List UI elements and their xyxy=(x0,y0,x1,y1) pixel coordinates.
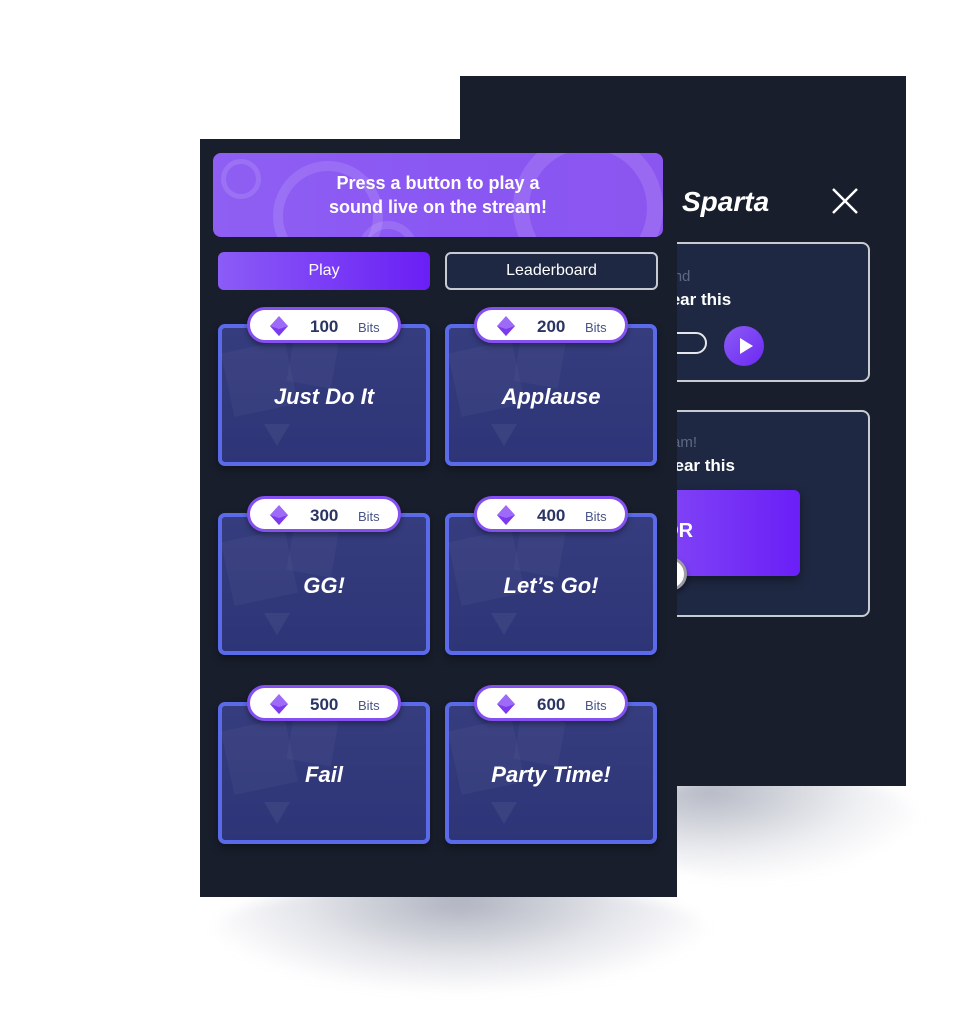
price-value: 300 xyxy=(310,506,339,525)
play-icon xyxy=(739,338,753,354)
sound-button[interactable]: Let’s Go! xyxy=(445,513,657,655)
sound-name: Let’s Go! xyxy=(503,573,599,598)
price-pill: 300 Bits xyxy=(247,496,401,532)
price-value: 100 xyxy=(310,317,339,336)
decorative-shape xyxy=(264,613,290,635)
price-unit: Bits xyxy=(585,509,607,524)
hero-text: Press a button to play a sound live on t… xyxy=(213,171,663,219)
bits-gem-icon xyxy=(270,694,288,714)
preview-play-button[interactable] xyxy=(724,326,764,366)
decorative-shape xyxy=(491,802,517,824)
bits-gem-icon xyxy=(497,694,515,714)
decorative-shape xyxy=(491,424,517,446)
price-unit: Bits xyxy=(358,509,380,524)
hero-line: sound live on the stream! xyxy=(328,197,548,217)
price-value: 200 xyxy=(537,317,566,336)
sound-button[interactable]: Party Time! xyxy=(445,702,657,844)
decorative-shape xyxy=(286,525,338,577)
sound-name: GG! xyxy=(303,573,345,598)
decorative-shape xyxy=(513,525,565,577)
sound-button[interactable]: Applause xyxy=(445,324,657,466)
price-pill: 200 Bits xyxy=(474,307,628,343)
decorative-shape xyxy=(491,613,517,635)
tab-leaderboard[interactable]: Leaderboard xyxy=(445,252,658,290)
price-unit: Bits xyxy=(358,320,380,335)
sound-name: Fail xyxy=(305,762,343,787)
decorative-shape xyxy=(513,336,565,388)
hero-banner: Press a button to play a sound live on t… xyxy=(213,153,663,237)
decorative-shape xyxy=(264,424,290,446)
decorative-shape xyxy=(286,714,338,766)
price-pill: 400 Bits xyxy=(474,496,628,532)
price-unit: Bits xyxy=(358,698,380,713)
bits-gem-icon xyxy=(270,505,288,525)
bits-gem-icon xyxy=(497,316,515,336)
hero-line: Press a button to play a xyxy=(336,173,540,193)
soundboard-panel: Press a button to play a sound live on t… xyxy=(200,139,677,897)
decorative-shape xyxy=(264,802,290,824)
price-value: 500 xyxy=(310,695,339,714)
tab-play[interactable]: Play xyxy=(218,252,430,290)
price-pill: 600 Bits xyxy=(474,685,628,721)
price-value: 400 xyxy=(537,506,566,525)
price-unit: Bits xyxy=(585,698,607,713)
sound-button[interactable]: GG! xyxy=(218,513,430,655)
sound-button[interactable]: Just Do It xyxy=(218,324,430,466)
sound-title: Sparta xyxy=(682,186,770,217)
close-icon[interactable] xyxy=(830,186,860,216)
price-unit: Bits xyxy=(585,320,607,335)
decorative-shape xyxy=(513,714,565,766)
sound-name: Just Do It xyxy=(273,384,375,409)
sound-name: Applause xyxy=(501,384,601,409)
bits-gem-icon xyxy=(270,316,288,336)
price-value: 600 xyxy=(537,695,566,714)
sound-name: Party Time! xyxy=(491,762,611,787)
price-pill: 100 Bits xyxy=(247,307,401,343)
price-pill: 500 Bits xyxy=(247,685,401,721)
bits-gem-icon xyxy=(497,505,515,525)
decorative-shape xyxy=(286,336,338,388)
sound-button[interactable]: Fail xyxy=(218,702,430,844)
